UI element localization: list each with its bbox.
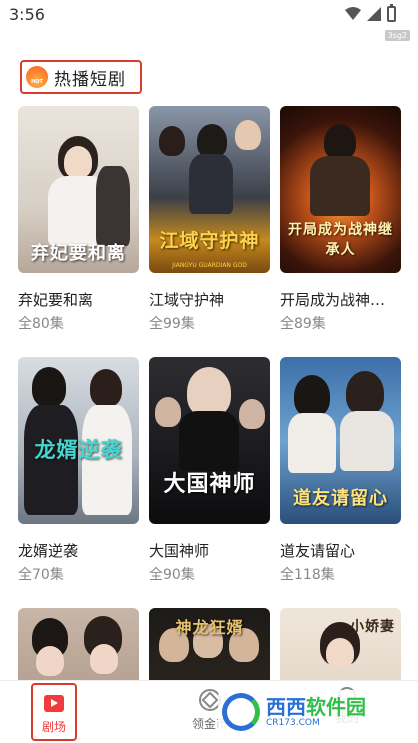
drama-card[interactable]: 道友请留心 道友请留心 全118集 bbox=[280, 357, 401, 583]
site-logo-icon bbox=[222, 693, 260, 731]
poster-image[interactable]: 江域守护神 JIANGYU GUARDIAN GOD bbox=[149, 106, 270, 273]
drama-title: 大国神师 bbox=[149, 542, 210, 560]
hot-badge-label: HOT bbox=[31, 79, 43, 85]
poster-caption: 神龙狂婿 bbox=[175, 618, 244, 637]
corner-watermark: 3sg2 bbox=[384, 30, 410, 41]
poster-image[interactable]: 弃妃要和离 bbox=[18, 106, 139, 273]
poster-caption: 弃妃要和离 bbox=[31, 243, 126, 264]
site-watermark-text: 西西软件园 CR173.COM bbox=[266, 696, 366, 728]
tv-play-icon bbox=[44, 695, 64, 712]
poster-image[interactable]: 开局成为战神继承人 bbox=[280, 106, 401, 273]
drama-title: 龙婿逆袭 bbox=[18, 542, 79, 560]
drama-card[interactable]: 弃妃要和离 弃妃要和离 全80集 bbox=[18, 106, 139, 332]
poster-caption: 道友请留心 bbox=[293, 488, 388, 509]
poster-caption: 开局成为战神继承人 bbox=[288, 222, 393, 258]
site-watermark: 西西软件园 CR173.COM bbox=[218, 690, 398, 734]
poster-caption: 江域守护神 bbox=[159, 230, 260, 252]
signal-icon bbox=[367, 7, 381, 21]
poster-image[interactable]: 龙婿逆袭 bbox=[18, 357, 139, 524]
battery-icon bbox=[387, 4, 396, 22]
episode-count: 全90集 bbox=[149, 567, 195, 583]
drama-title: 道友请留心 bbox=[280, 542, 356, 560]
poster-caption: 小娇妻 bbox=[350, 619, 395, 635]
nav-label-drama: 剧场 bbox=[41, 720, 66, 734]
episode-count: 全70集 bbox=[18, 567, 64, 583]
nav-tab-drama[interactable]: 剧场 bbox=[31, 683, 77, 741]
episode-count: 全99集 bbox=[149, 316, 195, 332]
poster-caption: 龙婿逆袭 bbox=[34, 437, 123, 462]
drama-card[interactable]: 江域守护神 JIANGYU GUARDIAN GOD 江域守护神 全99集 bbox=[149, 106, 270, 332]
drama-card[interactable]: 大国神师 大国神师 全90集 bbox=[149, 357, 270, 583]
drama-title: 开局成为战神… bbox=[280, 291, 386, 309]
drama-title: 弃妃要和离 bbox=[18, 291, 94, 309]
status-time: 3:56 bbox=[9, 5, 45, 24]
poster-image[interactable]: 道友请留心 bbox=[280, 357, 401, 524]
poster-subtitle: JIANGYU GUARDIAN GOD bbox=[172, 262, 247, 269]
flame-icon: HOT bbox=[26, 66, 48, 88]
site-watermark-title: 西西软件园 bbox=[266, 696, 366, 718]
site-watermark-url: CR173.COM bbox=[266, 718, 320, 728]
poster-image[interactable]: 大国神师 bbox=[149, 357, 270, 524]
episode-count: 全89集 bbox=[280, 316, 326, 332]
status-bar: 3:56 bbox=[0, 0, 418, 30]
poster-caption: 大国神师 bbox=[163, 471, 256, 497]
section-header-hot-dramas: HOT 热播短剧 bbox=[20, 60, 142, 94]
section-title: 热播短剧 bbox=[54, 69, 126, 90]
episode-count: 全80集 bbox=[18, 316, 64, 332]
episode-count: 全118集 bbox=[280, 567, 335, 583]
wifi-icon bbox=[345, 7, 361, 20]
drama-card[interactable]: 龙婿逆袭 龙婿逆袭 全70集 bbox=[18, 357, 139, 583]
site-watermark-title-a: 西西 bbox=[266, 695, 306, 719]
drama-card[interactable]: 开局成为战神继承人 开局成为战神… 全89集 bbox=[280, 106, 401, 332]
drama-title: 江域守护神 bbox=[149, 291, 225, 309]
site-watermark-title-b: 软件园 bbox=[306, 695, 366, 719]
status-icons bbox=[345, 4, 396, 22]
